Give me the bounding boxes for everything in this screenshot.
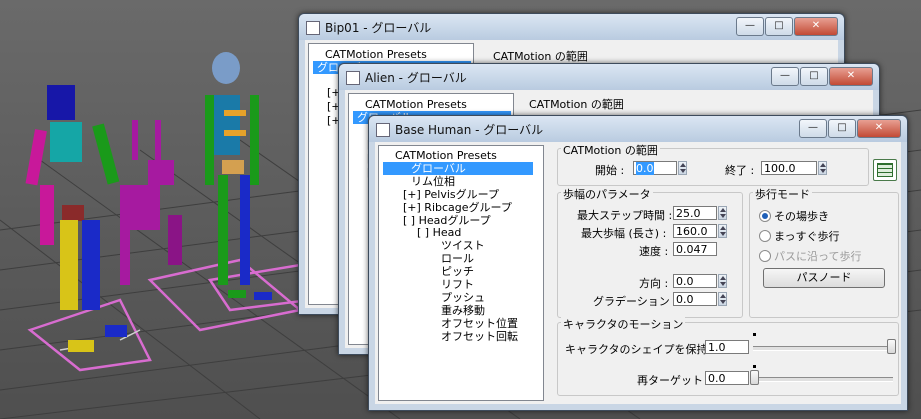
speed-input[interactable]: 0.047 (673, 242, 717, 256)
window-title: Alien - グローバル (365, 71, 467, 85)
window-icon (306, 21, 320, 35)
radio-icon (759, 250, 771, 262)
tree-item[interactable]: CATMotion Presets (395, 149, 497, 162)
character-base-human (205, 52, 272, 300)
keep-shape-key-dot (753, 333, 756, 336)
radio-icon (759, 210, 771, 222)
tree-item[interactable]: グローバル (383, 161, 533, 175)
close-button[interactable]: ✕ (794, 17, 838, 36)
tree-item[interactable]: オフセット回転 (441, 330, 518, 343)
tree-item[interactable]: プッシュ (441, 291, 485, 304)
minimize-button[interactable]: — (799, 119, 827, 138)
close-button[interactable]: ✕ (857, 119, 901, 138)
tree-item[interactable]: 重み移動 (441, 304, 485, 317)
range-label: CATMotion の範囲 (529, 98, 624, 111)
maximize-button[interactable]: □ (765, 17, 793, 36)
table-icon[interactable] (873, 159, 897, 181)
retarget-input[interactable]: 0.0 (705, 371, 749, 385)
keep-shape-label: キャラクタのシェイプを保持 : (565, 343, 715, 356)
max-stride-spinner[interactable] (718, 224, 727, 238)
tree-item[interactable]: [+] Ribcageグループ (403, 201, 512, 214)
gradient-label: グラデーション : (593, 295, 677, 308)
minimize-button[interactable]: — (771, 67, 799, 86)
params-panel: CATMotion の範囲 開始 : 0.0 終了 : 100.0 歩幅のパラメ… (547, 142, 901, 404)
title-bar[interactable]: Bip01 - グローバル — □ ✕ (299, 14, 844, 40)
walk-mode-group-label: 歩行モード (753, 186, 812, 202)
window-icon (346, 71, 360, 85)
stride-group-label: 歩幅のパラメータ (561, 186, 653, 202)
character-biped-1 (25, 85, 127, 352)
radio-icon (759, 230, 771, 242)
radio-walk-straight[interactable]: まっすぐ歩行 (759, 228, 840, 244)
tree-item[interactable]: ツイスト (441, 239, 485, 252)
path-node-button[interactable]: パスノード (763, 268, 885, 288)
tree-item[interactable]: オフセット位置 (441, 317, 518, 330)
tree-item[interactable]: [ ] Head (417, 226, 461, 239)
keep-shape-slider-thumb[interactable] (887, 339, 896, 354)
keep-shape-slider[interactable] (753, 346, 893, 351)
direction-input[interactable]: 0.0 (673, 274, 717, 288)
max-stride-input[interactable]: 160.0 (673, 224, 717, 238)
keep-shape-input[interactable]: 1.0 (705, 340, 749, 354)
title-bar[interactable]: Base Human - グローバル — □ ✕ (369, 116, 907, 142)
tree-item[interactable]: ピッチ (441, 265, 474, 278)
range-start-input[interactable]: 0.0 (633, 161, 677, 175)
minimize-button[interactable]: — (736, 17, 764, 36)
tree-item[interactable]: ロール (441, 252, 474, 265)
character-alien (120, 120, 182, 285)
retarget-label: 再ターゲット : (637, 374, 711, 387)
tree-item[interactable]: CATMotion Presets (325, 48, 427, 61)
gradient-spinner[interactable] (718, 292, 727, 306)
max-step-time-label: 最大ステップ時間 : (577, 209, 673, 222)
max-step-time-input[interactable]: 25.0 (673, 206, 717, 220)
tree-item[interactable]: [ ] Headグループ (403, 214, 491, 227)
direction-label: 方向 : (639, 277, 669, 290)
preset-tree[interactable]: CATMotion Presets グローバル リム位相 [+] Pelvisグループ… (378, 145, 544, 401)
maximize-button[interactable]: □ (828, 119, 856, 138)
speed-label: 速度 : (639, 245, 669, 258)
window-title: Base Human - グローバル (395, 123, 544, 137)
close-button[interactable]: ✕ (829, 67, 873, 86)
title-bar[interactable]: Alien - グローバル — □ ✕ (339, 64, 879, 90)
range-end-input[interactable]: 100.0 (761, 161, 817, 175)
window-base-human[interactable]: Base Human - グローバル — □ ✕ CATMotion Prese… (368, 115, 908, 411)
tree-item[interactable]: リム位相 (411, 175, 455, 188)
gradient-input[interactable]: 0.0 (673, 292, 717, 306)
range-group-label: CATMotion の範囲 (561, 142, 660, 158)
max-step-time-spinner[interactable] (718, 206, 727, 220)
window-client: CATMotion Presets グローバル リム位相 [+] Pelvisグループ… (375, 142, 901, 404)
direction-spinner[interactable] (718, 274, 727, 288)
retarget-key-dot (753, 365, 756, 368)
max-stride-label: 最大歩幅 (長さ) : (581, 227, 667, 240)
character-motion-group-label: キャラクタのモーション (561, 316, 686, 332)
retarget-slider[interactable] (753, 377, 893, 382)
radio-walk-in-place[interactable]: その場歩き (759, 208, 829, 224)
window-icon (376, 123, 390, 137)
range-start-label: 開始 : (595, 164, 625, 177)
maximize-button[interactable]: □ (800, 67, 828, 86)
tree-item[interactable]: [+] Pelvisグループ (403, 188, 499, 201)
range-label: CATMotion の範囲 (493, 50, 588, 63)
tree-item[interactable]: リフト (441, 278, 474, 291)
range-end-spinner[interactable] (818, 161, 827, 175)
range-end-label: 終了 : (725, 164, 755, 177)
range-start-spinner[interactable] (678, 161, 687, 175)
tree-item[interactable]: CATMotion Presets (365, 98, 467, 111)
radio-walk-along-path: パスに沿って歩行 (759, 248, 861, 264)
retarget-slider-thumb[interactable] (750, 370, 759, 385)
window-title: Bip01 - グローバル (325, 21, 432, 35)
